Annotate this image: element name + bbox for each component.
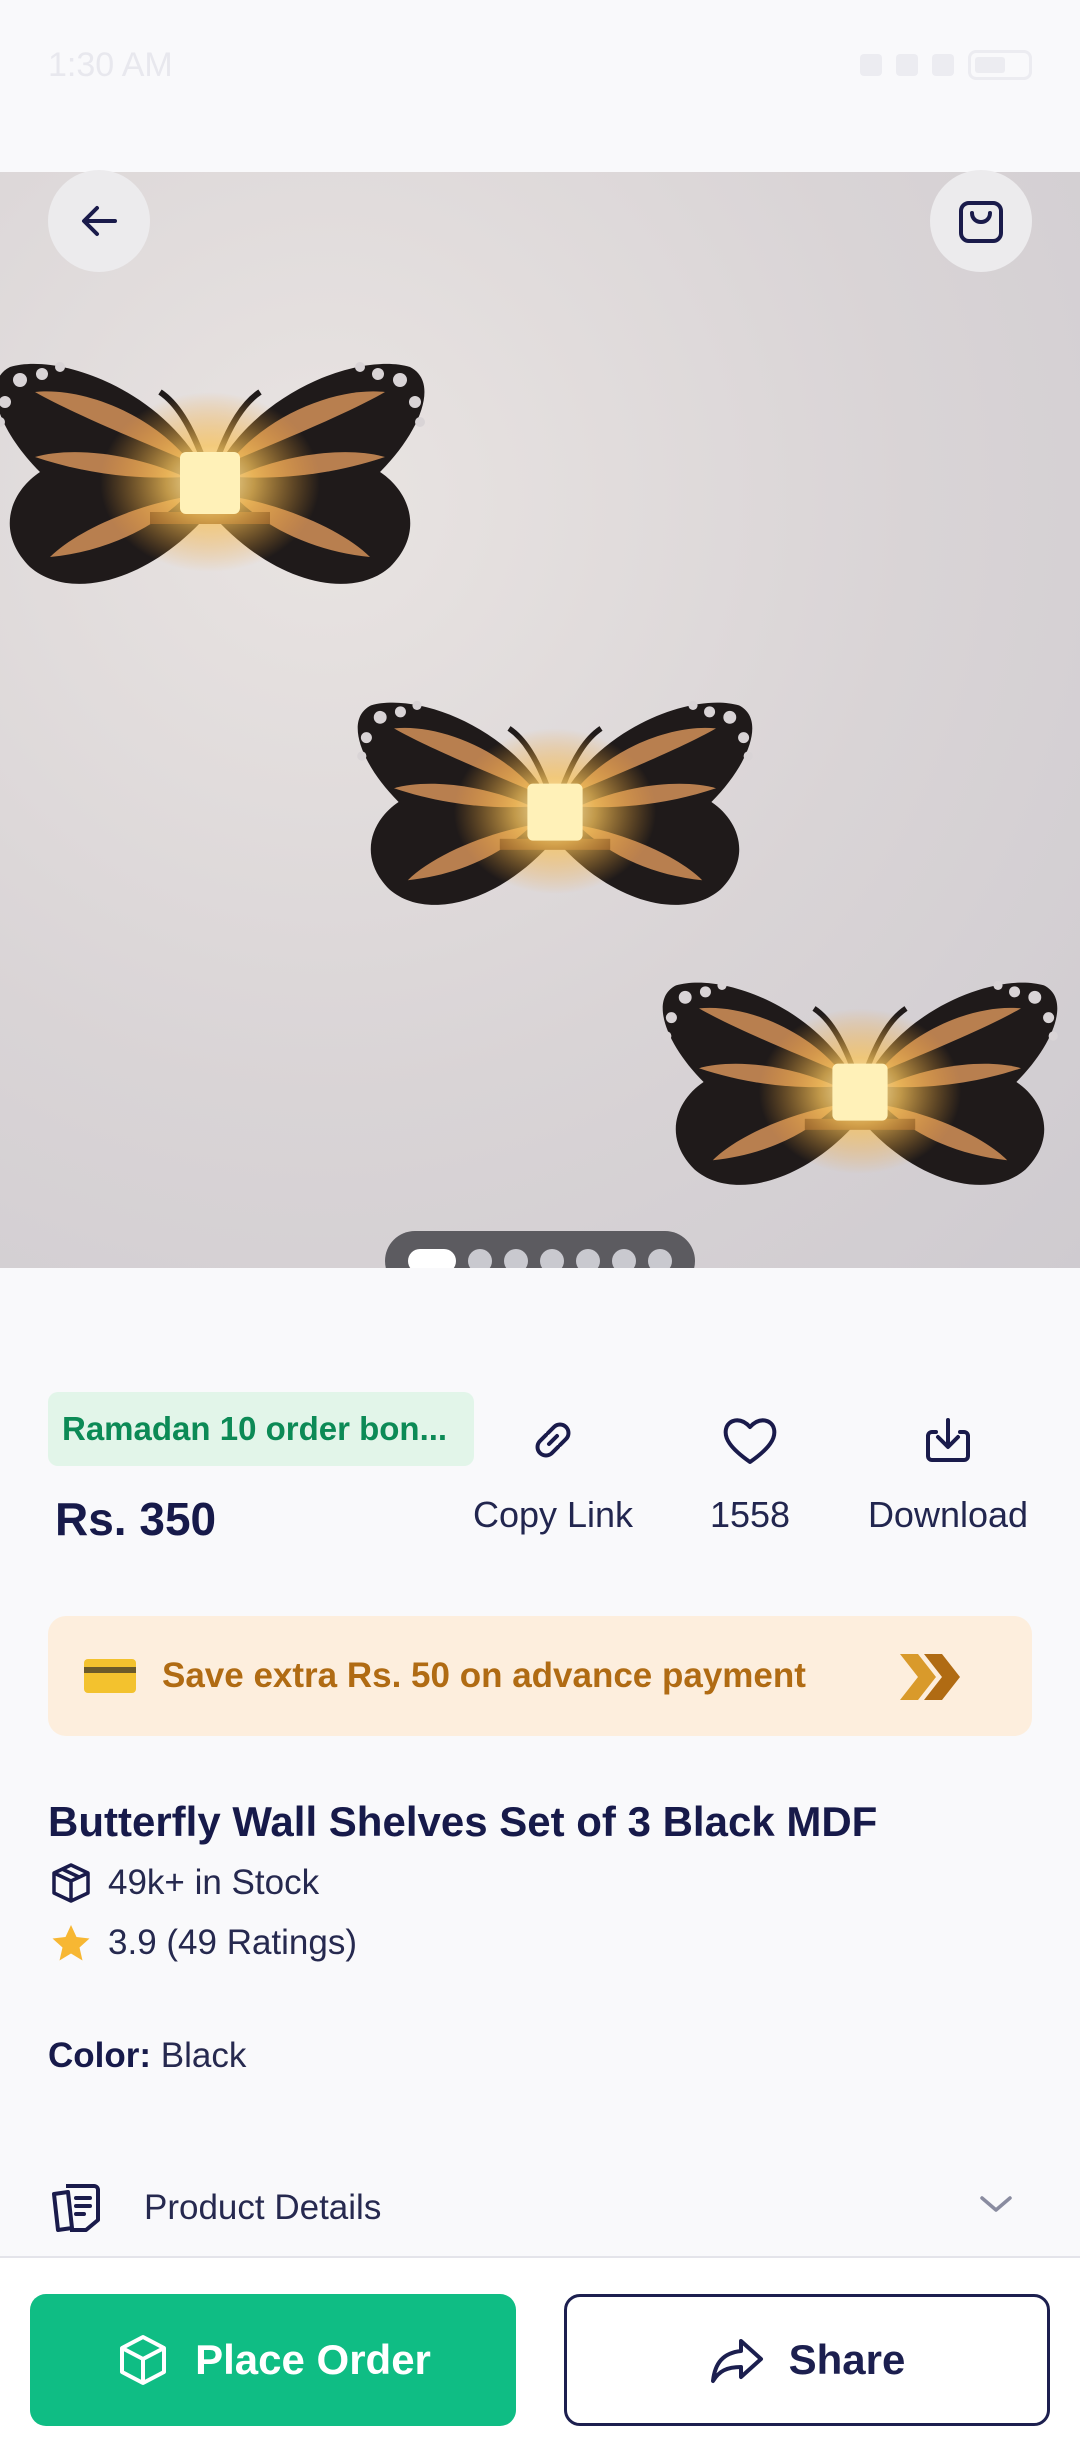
status-icons: [860, 50, 1032, 80]
credit-card-icon: [84, 1659, 136, 1693]
product-details-row[interactable]: Product Details: [48, 2176, 1032, 2240]
chevron-down-icon: [980, 2196, 1012, 2212]
status-bar: 1:30 AM: [0, 0, 1080, 130]
stock-info: 49k+ in Stock: [48, 1860, 319, 1906]
download-button[interactable]: Download: [860, 1410, 1036, 1536]
place-order-label: Place Order: [195, 2336, 431, 2383]
color-value: Black: [160, 2036, 247, 2075]
pagination-dot[interactable]: [504, 1249, 528, 1268]
rating-info[interactable]: 3.9 (49 Ratings): [48, 1920, 357, 1966]
battery-icon: [968, 50, 1032, 80]
like-count: 1558: [709, 1494, 791, 1535]
arrow-left-icon: [82, 206, 117, 236]
pagination-dot-active[interactable]: [408, 1249, 456, 1268]
product-image[interactable]: [0, 172, 1080, 1268]
cart-button[interactable]: [930, 170, 1032, 272]
link-icon: [535, 1422, 571, 1458]
shopping-bag-icon: [959, 201, 1003, 243]
document-icon: [52, 2184, 100, 2232]
share-arrow-icon: [710, 2339, 763, 2383]
double-chevron-right-icon: [900, 1654, 960, 1700]
heart-icon: [723, 1418, 777, 1464]
download-icon: [926, 1418, 970, 1462]
notification-icon: [860, 54, 882, 76]
advance-payment-text: Save extra Rs. 50 on advance payment: [162, 1656, 806, 1695]
place-order-button[interactable]: Place Order: [30, 2294, 516, 2426]
copy-link-label: Copy Link: [472, 1494, 634, 1535]
signal-icon: [932, 54, 954, 76]
bottom-action-bar: Place Order Share: [0, 2256, 1080, 2460]
color-info: Color: Black: [48, 2036, 246, 2076]
product-page: 1:30 AM Ramadan 10 order bon... Rs. 350 …: [0, 0, 1080, 2460]
like-button[interactable]: 1558: [690, 1410, 810, 1536]
rating-text: 3.9 (49 Ratings): [108, 1923, 358, 1962]
pagination-dot[interactable]: [612, 1249, 636, 1268]
product-price: Rs. 350: [55, 1493, 217, 1545]
promo-badge[interactable]: Ramadan 10 order bon...: [48, 1392, 474, 1466]
status-time: 1:30 AM: [48, 45, 173, 84]
star-icon: [52, 1925, 90, 1961]
color-label: Color:: [48, 2036, 152, 2075]
wifi-icon: [896, 54, 918, 76]
share-label: Share: [788, 2336, 906, 2383]
back-button[interactable]: [48, 170, 150, 272]
image-pagination[interactable]: [385, 1231, 695, 1268]
advance-payment-banner[interactable]: Save extra Rs. 50 on advance payment: [48, 1616, 1032, 1736]
copy-link-button[interactable]: Copy Link: [470, 1410, 636, 1536]
pagination-dot[interactable]: [540, 1249, 564, 1268]
product-title: Butterfly Wall Shelves Set of 3 Black MD…: [48, 1798, 878, 1845]
product-details-label: Product Details: [144, 2188, 382, 2227]
share-button[interactable]: Share: [564, 2294, 1050, 2426]
download-label: Download: [867, 1494, 1029, 1535]
pagination-dot[interactable]: [468, 1249, 492, 1268]
pagination-dot[interactable]: [576, 1249, 600, 1268]
stock-text: 49k+ in Stock: [108, 1863, 320, 1902]
pagination-dot[interactable]: [648, 1249, 672, 1268]
product-photo-illustration: [0, 172, 1080, 1268]
package-icon: [120, 2335, 167, 2385]
box-icon: [52, 1863, 90, 1903]
